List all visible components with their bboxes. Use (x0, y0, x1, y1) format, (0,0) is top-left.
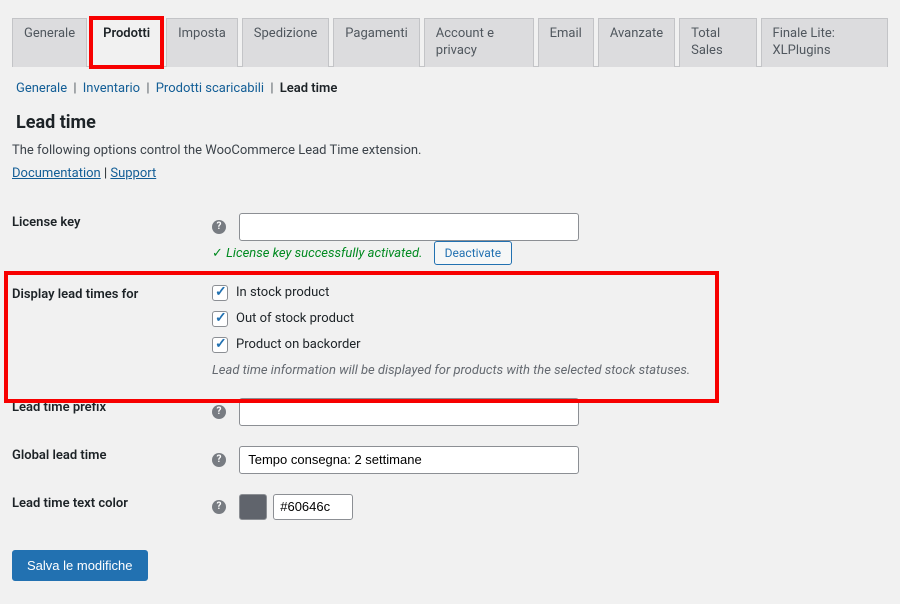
tab-generale[interactable]: Generale (12, 18, 87, 67)
global-lead-time-input[interactable] (239, 446, 579, 474)
subnav-lead-time[interactable]: Lead time (280, 81, 338, 96)
separator: | (146, 81, 149, 96)
section-description: The following options control the WooCom… (12, 143, 888, 158)
display-lead-times-label: Display lead times for (12, 275, 212, 388)
tab-imposta[interactable]: Imposta (166, 18, 238, 67)
help-icon[interactable]: ? (212, 500, 226, 514)
global-lead-time-label: Global lead time (12, 436, 212, 484)
tab-pagamenti[interactable]: Pagamenti (333, 18, 419, 67)
subnav-generale[interactable]: Generale (16, 81, 67, 96)
display-help-text: Lead time information will be displayed … (212, 363, 888, 378)
option-in-stock: In stock product (236, 285, 329, 300)
subnav-inventario[interactable]: Inventario (83, 81, 140, 96)
option-backorder: Product on backorder (236, 337, 361, 352)
tab-avanzate[interactable]: Avanzate (598, 18, 675, 67)
license-key-input[interactable] (239, 213, 579, 241)
help-icon[interactable]: ? (212, 220, 226, 234)
tab-email[interactable]: Email (538, 18, 594, 67)
tab-prodotti[interactable]: Prodotti (91, 18, 162, 67)
checkbox-out-of-stock[interactable] (212, 311, 228, 327)
lead-time-prefix-input[interactable] (239, 398, 579, 426)
settings-form: License key ? License key successfully a… (12, 203, 888, 530)
help-icon[interactable]: ? (212, 405, 226, 419)
support-link[interactable]: Support (110, 166, 156, 181)
license-status: License key successfully activated. (212, 246, 422, 261)
help-icon[interactable]: ? (212, 453, 226, 467)
tab-total-sales[interactable]: Total Sales (679, 18, 756, 67)
subnav-prodotti-scaricabili[interactable]: Prodotti scaricabili (156, 81, 264, 96)
deactivate-button[interactable]: Deactivate (434, 241, 512, 265)
color-swatch[interactable] (239, 494, 267, 520)
section-title: Lead time (16, 112, 888, 133)
save-button[interactable]: Salva le modifiche (12, 550, 148, 581)
lead-time-color-label: Lead time text color (12, 484, 212, 530)
tab-finale-lite[interactable]: Finale Lite: XLPlugins (761, 18, 888, 67)
documentation-link[interactable]: Documentation (12, 166, 101, 181)
doc-links: Documentation | Support (12, 166, 888, 181)
lead-time-prefix-label: Lead time prefix (12, 388, 212, 436)
separator: | (270, 81, 273, 96)
checkbox-backorder[interactable] (212, 337, 228, 353)
checkbox-in-stock[interactable] (212, 285, 228, 301)
sub-nav: Generale | Inventario | Prodotti scarica… (16, 81, 888, 96)
license-key-label: License key (12, 203, 212, 275)
color-value-input[interactable] (273, 494, 353, 520)
separator: | (73, 81, 76, 96)
main-tabs: Generale Prodotti Imposta Spedizione Pag… (12, 18, 888, 67)
tab-account-privacy[interactable]: Account e privacy (424, 18, 534, 67)
tab-spedizione[interactable]: Spedizione (242, 18, 330, 67)
option-out-of-stock: Out of stock product (236, 311, 354, 326)
